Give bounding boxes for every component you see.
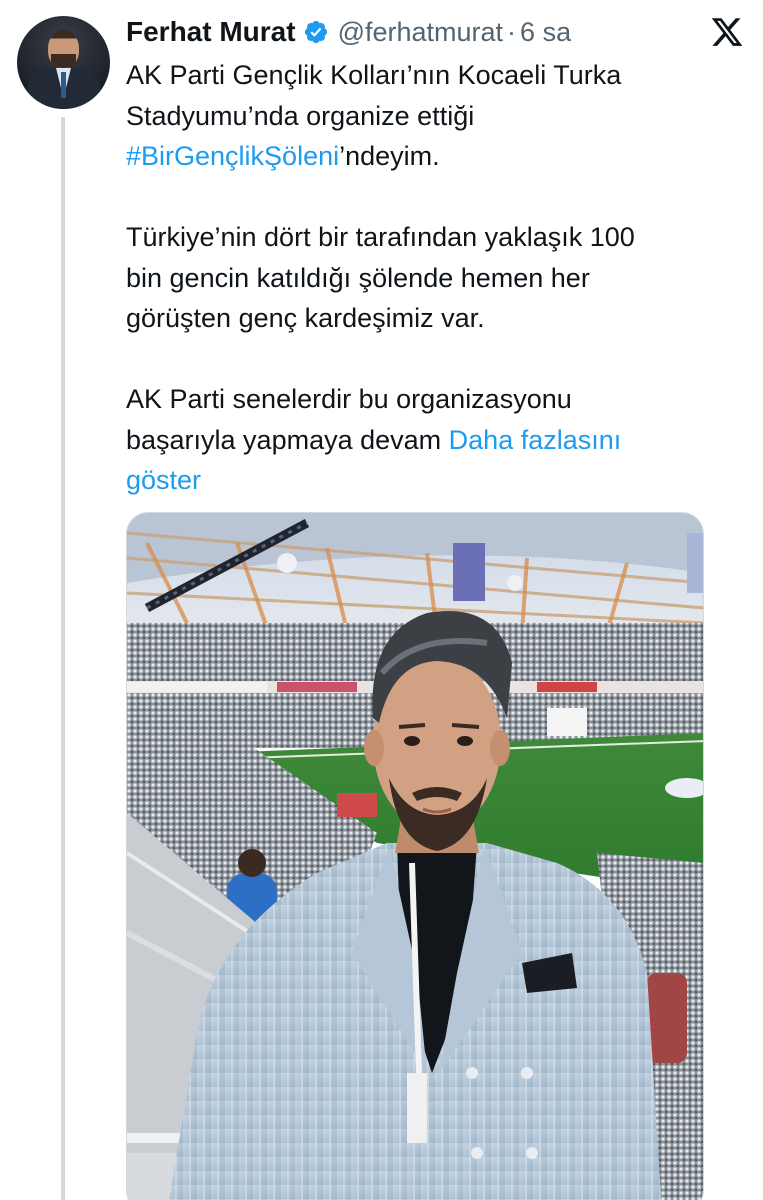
stadium-photo-illustration xyxy=(127,513,703,1200)
tweet-line: Stadyumu’nda organize ettiği xyxy=(126,100,475,131)
tweet-card: Ferhat Murat @ferhatmurat · 6 sa AK Part… xyxy=(0,0,763,1200)
tweet-line: #BirGençlikŞöleni’ndeyim. xyxy=(126,141,440,171)
hashtag-link[interactable]: #BirGençlikŞöleni xyxy=(126,141,339,171)
thread-line xyxy=(61,117,65,1200)
tweet-line: bin gencin katıldığı şölende hemen her xyxy=(126,262,590,293)
tweet-text: AK Parti Gençlik Kolları’nın Kocaeli Tur… xyxy=(126,55,746,501)
tweet-line: görüşten genç kardeşimiz var. xyxy=(126,303,485,333)
tweet-timestamp[interactable]: 6 sa xyxy=(520,17,571,48)
tweet-photo[interactable] xyxy=(126,512,704,1200)
show-more-link[interactable]: Daha fazlasını xyxy=(449,425,622,455)
tweet-line: Türkiye’nin dört bir tarafından yaklaşık… xyxy=(126,222,635,252)
verified-badge-icon xyxy=(303,19,329,45)
separator-dot: · xyxy=(507,16,517,47)
tweet-line: başarıyla yapmaya devam Daha fazlasını xyxy=(126,424,622,455)
tweet-line: göster xyxy=(126,460,746,501)
author-avatar[interactable] xyxy=(17,16,110,109)
tweet-header: Ferhat Murat @ferhatmurat · 6 sa xyxy=(126,12,745,52)
tweet-line: AK Parti Gençlik Kolları’nın Kocaeli Tur… xyxy=(126,60,622,90)
author-display-name[interactable]: Ferhat Murat xyxy=(126,16,296,48)
author-handle[interactable]: @ferhatmurat xyxy=(338,17,503,48)
tweet-line: AK Parti senelerdir bu organizasyonu xyxy=(126,384,572,414)
x-logo-icon xyxy=(709,14,745,50)
show-more-link-cont[interactable]: göster xyxy=(126,465,201,495)
